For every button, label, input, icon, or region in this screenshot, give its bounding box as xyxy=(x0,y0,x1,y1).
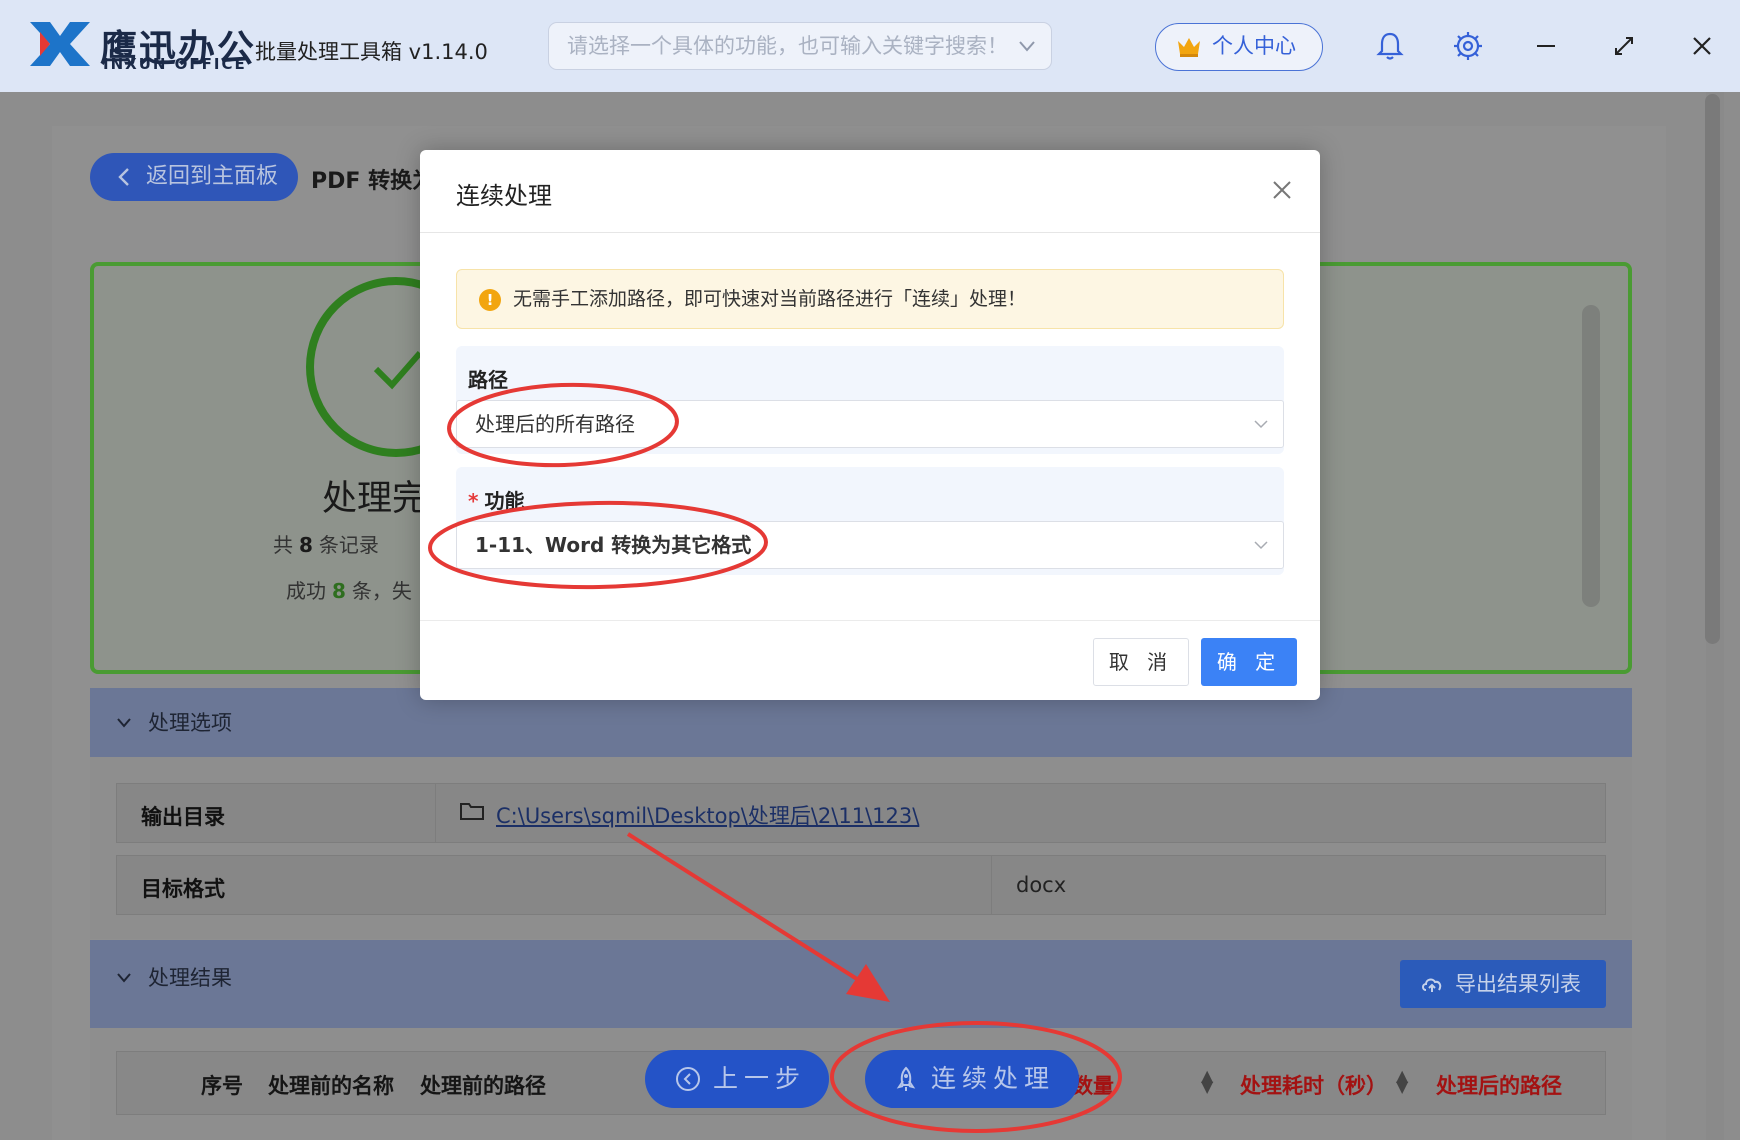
arrow-left-circle-icon xyxy=(676,1067,700,1091)
function-search-input[interactable]: 请选择一个具体的功能，也可输入关键字搜索！ xyxy=(548,22,1052,70)
row-divider xyxy=(435,784,436,842)
page-title: PDF 转换为 xyxy=(311,169,435,194)
title-bar: 鹰迅办公 INXUN OFFICE 批量处理工具箱 v1.14.0 请选择一个具… xyxy=(0,0,1740,92)
count-value: 8 xyxy=(299,533,313,557)
cancel-button[interactable]: 取 消 xyxy=(1093,638,1189,686)
chevron-down-icon xyxy=(117,973,131,983)
path-field: 路径 处理后的所有路径 xyxy=(456,346,1284,454)
col-index[interactable]: 序号 xyxy=(201,1070,243,1100)
col-duration[interactable]: 处理耗时（秒） xyxy=(1240,1070,1387,1100)
continuous-process-dialog: 连续处理 ! 无需手工添加路径，即可快速对当前路径进行「连续」处理！ 路径 处理… xyxy=(420,150,1320,700)
warning-icon: ! xyxy=(479,289,501,311)
function-label: 功能 xyxy=(484,489,525,513)
record-count: 共 8 条记录 xyxy=(273,529,379,558)
inxun-logo-icon xyxy=(30,22,90,66)
col-name-before[interactable]: 处理前的名称 xyxy=(268,1070,394,1100)
results-header-label: 处理结果 xyxy=(148,966,232,990)
path-select-value: 处理后的所有路径 xyxy=(475,412,635,436)
chevron-down-icon xyxy=(1254,541,1268,550)
search-placeholder: 请选择一个具体的功能，也可输入关键字搜索！ xyxy=(567,34,1008,58)
col-path-before[interactable]: 处理前的路径 xyxy=(420,1070,546,1100)
export-results-button[interactable]: 导出结果列表 xyxy=(1400,960,1606,1008)
crown-icon xyxy=(1178,38,1200,57)
gear-icon[interactable] xyxy=(1448,26,1488,66)
user-center-button[interactable]: 个人中心 xyxy=(1155,23,1323,71)
scrollbar-thumb[interactable] xyxy=(1705,94,1720,644)
target-format-label: 目标格式 xyxy=(141,877,225,901)
options-header-label: 处理选项 xyxy=(148,711,232,735)
continuous-process-button[interactable]: 连续处理 xyxy=(865,1050,1079,1108)
completion-title: 处理完 xyxy=(322,479,428,519)
function-select-value: 1-11、Word 转换为其它格式 xyxy=(475,533,752,557)
path-label: 路径 xyxy=(468,368,508,392)
dialog-title: 连续处理 xyxy=(456,182,552,210)
required-mark: * xyxy=(468,489,479,513)
output-dir-link[interactable]: C:\Users\sqmil\Desktop\处理后\2\11\123\ xyxy=(496,800,919,830)
info-alert: ! 无需手工添加路径，即可快速对当前路径进行「连续」处理！ xyxy=(456,269,1284,329)
confirm-button[interactable]: 确 定 xyxy=(1201,638,1297,686)
alert-text: 无需手工添加路径，即可快速对当前路径进行「连续」处理！ xyxy=(513,288,1027,310)
maximize-icon[interactable] xyxy=(1604,26,1644,66)
previous-step-label: 上一步 xyxy=(713,1064,807,1093)
output-dir-label: 输出目录 xyxy=(141,805,225,829)
close-icon[interactable] xyxy=(1682,26,1722,66)
back-label: 返回到主面板 xyxy=(146,164,279,189)
user-center-label: 个人中心 xyxy=(1212,34,1296,58)
export-label: 导出结果列表 xyxy=(1455,972,1581,996)
app-title: 批量处理工具箱 v1.14.0 xyxy=(255,40,488,64)
row-divider xyxy=(991,856,992,914)
sort-icon[interactable]: ▲ ▼ xyxy=(1201,1068,1213,1095)
rocket-icon xyxy=(896,1066,916,1091)
previous-step-button[interactable]: 上一步 xyxy=(645,1050,829,1108)
chevron-down-icon xyxy=(1019,41,1035,52)
count-suffix: 条记录 xyxy=(318,533,379,557)
dialog-divider xyxy=(420,232,1320,233)
close-icon[interactable] xyxy=(1270,178,1294,202)
target-format-row: 目标格式 xyxy=(116,855,1606,915)
success-suffix: 条，失 xyxy=(351,579,412,603)
chevron-down-icon xyxy=(1254,420,1268,429)
dialog-footer-divider xyxy=(420,620,1320,621)
continuous-process-label: 连续处理 xyxy=(931,1064,1056,1093)
folder-icon xyxy=(460,803,484,820)
chevron-down-icon xyxy=(117,718,131,728)
function-field: * 功能 1-11、Word 转换为其它格式 xyxy=(456,467,1284,575)
function-label-wrap: * 功能 xyxy=(468,485,524,514)
sort-icon[interactable]: ▲ ▼ xyxy=(1396,1068,1408,1095)
back-to-dashboard-button[interactable]: 返回到主面板 xyxy=(90,153,298,201)
success-count: 成功 8 条，失 xyxy=(286,575,412,604)
cloud-upload-icon xyxy=(1422,978,1442,992)
success-prefix: 成功 xyxy=(286,579,326,603)
path-select[interactable]: 处理后的所有路径 xyxy=(456,400,1284,448)
count-prefix: 共 xyxy=(273,533,293,557)
bell-icon[interactable] xyxy=(1370,26,1410,66)
function-select[interactable]: 1-11、Word 转换为其它格式 xyxy=(456,521,1284,569)
chevron-left-icon xyxy=(118,168,129,186)
col-path-after[interactable]: 处理后的路径 xyxy=(1436,1070,1562,1100)
target-format-value: docx xyxy=(1016,873,1067,897)
minimize-icon[interactable] xyxy=(1526,26,1566,66)
brand-name-en: INXUN OFFICE xyxy=(103,55,247,73)
panel-scrollbar[interactable] xyxy=(1582,305,1600,607)
success-value: 8 xyxy=(332,579,346,603)
